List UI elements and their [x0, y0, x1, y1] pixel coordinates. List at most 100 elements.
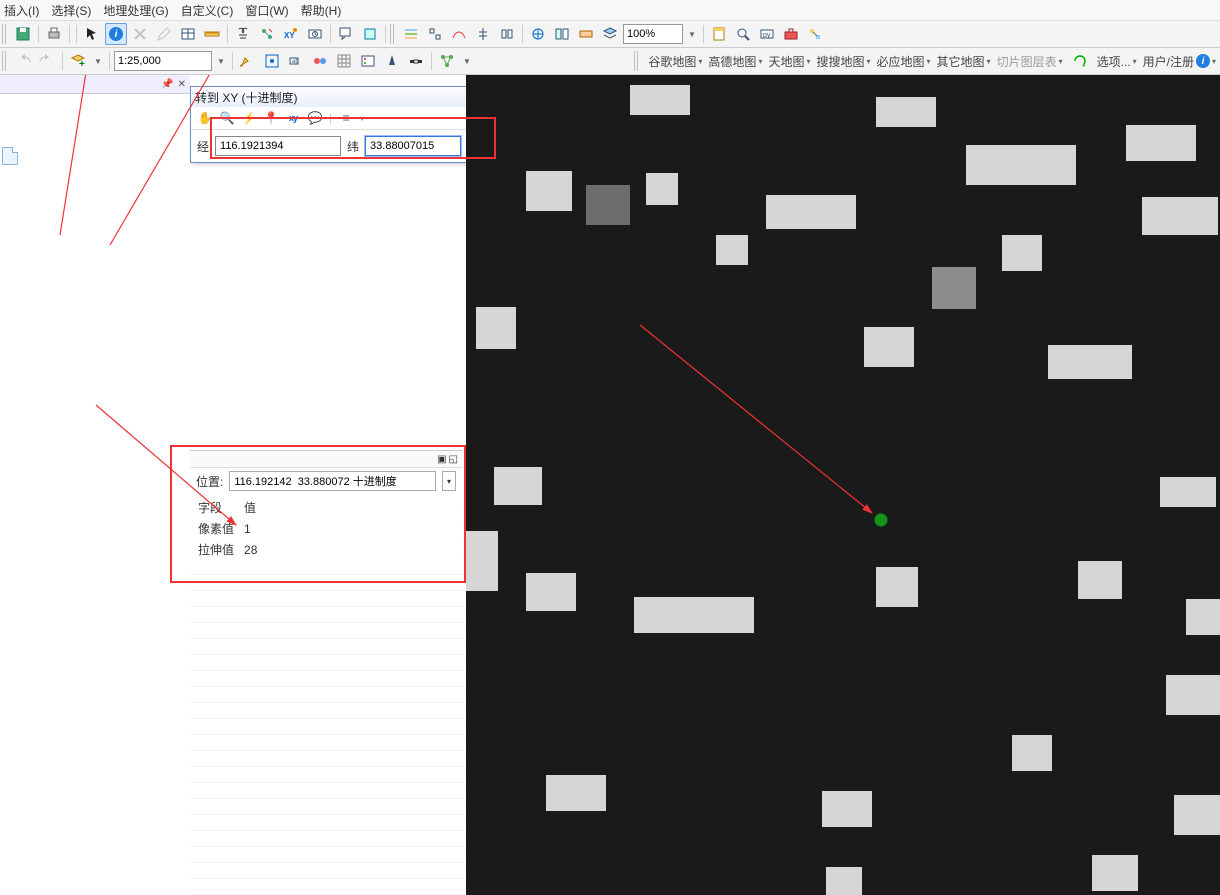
- identify-table: 字段值 像素值1 拉伸值28: [190, 494, 273, 563]
- menu-help[interactable]: 帮助(H): [301, 2, 342, 19]
- network-dropdown[interactable]: ▼: [460, 50, 474, 72]
- flash-icon[interactable]: ⚡: [241, 110, 257, 126]
- callout-icon[interactable]: 💬: [307, 110, 323, 126]
- edit-tool[interactable]: [153, 23, 175, 45]
- expand-icon[interactable]: ◱: [449, 454, 458, 465]
- add-data-button[interactable]: +: [67, 50, 89, 72]
- table-row: 像素值1: [198, 519, 265, 538]
- user-register-menu[interactable]: 用户/注册 i▾: [1143, 53, 1216, 70]
- svg-text:py: py: [763, 32, 771, 39]
- python-button[interactable]: py: [756, 23, 778, 45]
- toolbar-grip[interactable]: [390, 24, 396, 44]
- tianditu-menu[interactable]: 天地图▾: [768, 53, 810, 70]
- split-button[interactable]: [472, 23, 494, 45]
- bing-maps-menu[interactable]: 必应地图▾: [877, 53, 931, 70]
- clear-selection-tool[interactable]: [129, 23, 151, 45]
- goto-xy-title: 转到 XY (十进制度): [195, 89, 297, 106]
- toolbar-grip[interactable]: [634, 51, 640, 71]
- identify-result-panel: ▣ ◱ 位置: ▾ 字段值 像素值1 拉伸值28: [190, 450, 462, 563]
- undo-button[interactable]: [12, 50, 34, 72]
- google-maps-menu[interactable]: 谷歌地图▾: [648, 53, 702, 70]
- identified-point-marker: [874, 513, 888, 527]
- symbol-button[interactable]: [309, 50, 331, 72]
- pan-icon[interactable]: ✋: [197, 110, 213, 126]
- print-button[interactable]: [43, 23, 65, 45]
- close-icon[interactable]: ✕: [178, 79, 186, 90]
- add-point-icon[interactable]: 📍: [263, 110, 279, 126]
- scale-input[interactable]: [114, 51, 212, 71]
- toolbox-button[interactable]: [780, 23, 802, 45]
- zoom-dropdown[interactable]: ▼: [685, 23, 699, 45]
- table-button[interactable]: [177, 23, 199, 45]
- search-button[interactable]: [732, 23, 754, 45]
- svg-text:ab: ab: [292, 59, 299, 65]
- layer-button[interactable]: [599, 23, 621, 45]
- pin-icon[interactable]: 📌: [161, 79, 173, 90]
- toc-layer-item[interactable]: [2, 147, 18, 165]
- add-data-dropdown[interactable]: ▼: [91, 50, 105, 72]
- grid-button[interactable]: [333, 50, 355, 72]
- scale-bar-button[interactable]: [405, 50, 427, 72]
- options-menu[interactable]: 选项...▾: [1097, 53, 1137, 70]
- scale-dropdown[interactable]: ▼: [214, 50, 228, 72]
- menu-geoprocessing[interactable]: 地理处理(G): [103, 2, 168, 19]
- map-view[interactable]: CSDN @等待着冬天的风: [466, 75, 1220, 895]
- col-field: 字段: [198, 498, 242, 517]
- sousou-maps-menu[interactable]: 搜搜地图▾: [816, 53, 870, 70]
- catalog-button[interactable]: [708, 23, 730, 45]
- longitude-input[interactable]: [215, 136, 341, 156]
- north-arrow-button[interactable]: [381, 50, 403, 72]
- other-maps-menu[interactable]: 其它地图▾: [937, 53, 991, 70]
- trace-button[interactable]: [448, 23, 470, 45]
- identify-tool[interactable]: i: [105, 23, 127, 45]
- location-input[interactable]: [229, 471, 436, 491]
- menu-customize[interactable]: 自定义(C): [181, 2, 234, 19]
- editor-toolbar-button[interactable]: [400, 23, 422, 45]
- goto-xy-window: 转到 XY (十进制度) ✕ ✋ 🔍 ⚡ 📍 xy 💬 | ≡▾ 经 纬: [190, 86, 501, 163]
- tile-cache-menu[interactable]: 切片图层表▾: [997, 53, 1063, 70]
- menu-window[interactable]: 窗口(W): [245, 2, 288, 19]
- model-builder-button[interactable]: [804, 23, 826, 45]
- menu-select[interactable]: 选择(S): [51, 2, 91, 19]
- gaode-maps-menu[interactable]: 高德地图▾: [708, 53, 762, 70]
- find-route-tool[interactable]: [256, 23, 278, 45]
- html-popup-tool[interactable]: [335, 23, 357, 45]
- zoom-percent-input[interactable]: [623, 24, 683, 44]
- table-row: 拉伸值28: [198, 540, 265, 559]
- network-button[interactable]: [436, 50, 458, 72]
- toolbar-grip[interactable]: [2, 24, 8, 44]
- zoom-in-icon[interactable]: 🔍: [219, 110, 235, 126]
- latitude-input[interactable]: [365, 136, 461, 156]
- latitude-label: 纬: [347, 138, 359, 155]
- time-slider-button[interactable]: [304, 23, 326, 45]
- pointer-tool[interactable]: [81, 23, 103, 45]
- location-dropdown[interactable]: ▾: [442, 471, 456, 491]
- redo-button[interactable]: [36, 50, 58, 72]
- toolbar-1: i XY ▼ py: [0, 21, 1220, 48]
- collapse-icon[interactable]: ▣: [437, 454, 446, 465]
- units-menu-icon[interactable]: ≡: [338, 110, 354, 126]
- effects-button[interactable]: [527, 23, 549, 45]
- labels-button[interactable]: ab: [285, 50, 307, 72]
- flicker-button[interactable]: [575, 23, 597, 45]
- snap-button[interactable]: [424, 23, 446, 45]
- viewer-button[interactable]: [359, 23, 381, 45]
- save-button[interactable]: [12, 23, 34, 45]
- goto-xy-toolbar: ✋ 🔍 ⚡ 📍 xy 💬 | ≡▾: [191, 107, 500, 130]
- refresh-icon[interactable]: [1069, 50, 1091, 72]
- find-tool[interactable]: [232, 23, 254, 45]
- info-icon: i: [109, 27, 123, 41]
- measure-tool[interactable]: [201, 23, 223, 45]
- xy-icon[interactable]: xy: [285, 110, 301, 126]
- identify-pane: 转到 XY (十进制度) ✕ ✋ 🔍 ⚡ 📍 xy 💬 | ≡▾ 经 纬: [190, 75, 467, 895]
- info-icon: i: [1196, 54, 1210, 68]
- menu-insert[interactable]: 插入(I): [4, 2, 39, 19]
- toolbar-grip[interactable]: [2, 51, 8, 71]
- goto-xy-tool[interactable]: XY: [280, 23, 302, 45]
- georef-button[interactable]: [261, 50, 283, 72]
- svg-text:+: +: [79, 59, 85, 69]
- editor-menu-button[interactable]: [237, 50, 259, 72]
- swipe-button[interactable]: [551, 23, 573, 45]
- legend-button[interactable]: [357, 50, 379, 72]
- merge-button[interactable]: [496, 23, 518, 45]
